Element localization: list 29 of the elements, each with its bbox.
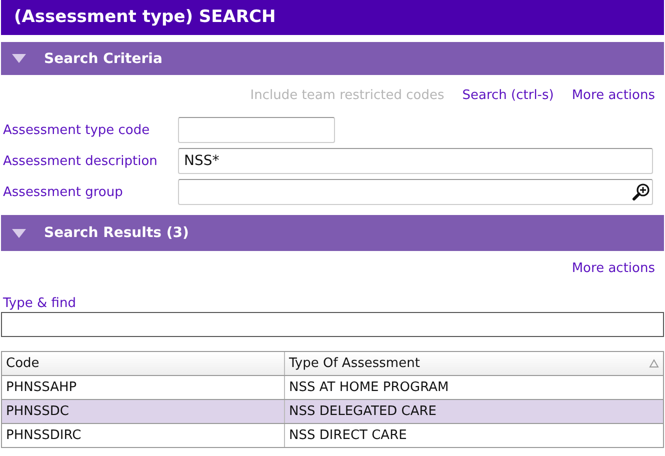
section-header[interactable]: Search Criteria — [1, 42, 664, 75]
section-title: Search Criteria — [44, 50, 162, 66]
table-cell-text: NSS DELEGATED CARE — [288, 403, 438, 421]
section-title: Search Results (3) — [44, 225, 189, 241]
field-label: Assessment description — [2, 154, 158, 168]
collapse-icon — [12, 54, 26, 63]
sort-icon — [649, 359, 659, 368]
find-field[interactable] — [1, 312, 664, 337]
input-field[interactable] — [178, 117, 335, 143]
action-link[interactable]: Search (ctrl-s) — [462, 88, 554, 108]
input-field[interactable] — [178, 179, 653, 205]
table-cell-text: NSS AT HOME PROGRAM — [288, 379, 450, 397]
window-title: (Assessment type) SEARCH — [1, 0, 664, 35]
column-header[interactable]: Type Of Assessment — [285, 352, 663, 375]
action-link[interactable]: More actions — [572, 261, 655, 281]
table-row[interactable]: PHNSSDC NSS DELEGATED CARE — [2, 399, 663, 423]
section-header[interactable]: Search Results (3) — [1, 215, 664, 251]
search-icon[interactable] — [632, 183, 650, 201]
input-field[interactable]: NSS* — [178, 148, 653, 174]
table-cell: PHNSSDIRC — [2, 424, 285, 447]
collapse-icon — [12, 228, 26, 238]
field-label: Assessment type code — [2, 122, 151, 138]
table-cell-text: NSS DIRECT CARE — [288, 427, 408, 445]
field-label: Type & find — [2, 296, 77, 311]
column-header[interactable]: Code — [2, 352, 285, 375]
table-cell: PHNSSDC — [2, 400, 285, 423]
action-link[interactable]: More actions — [572, 88, 655, 108]
table-row[interactable]: PHNSSDIRC NSS DIRECT CARE — [2, 423, 663, 447]
field-label: Assessment group — [2, 184, 124, 200]
